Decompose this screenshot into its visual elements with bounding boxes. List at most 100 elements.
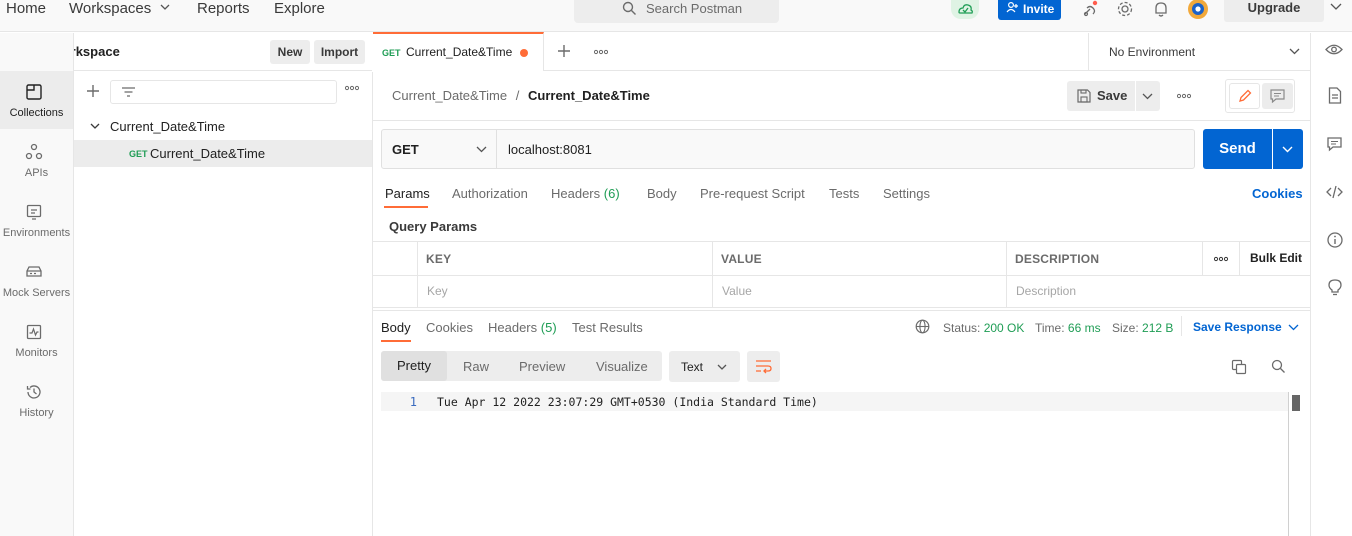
key-input[interactable]: Key [427, 284, 448, 298]
response-headers-count: (5) [540, 320, 557, 335]
rail-item-mock-servers[interactable]: Mock Servers [0, 251, 73, 309]
documentation-icon[interactable] [1328, 87, 1342, 104]
response-size: Size: 212 B [1112, 321, 1173, 335]
response-tab-cookies[interactable]: Cookies [426, 320, 473, 335]
chevron-down-icon[interactable] [1288, 324, 1299, 331]
size-value: 212 B [1142, 321, 1174, 335]
response-body-editor[interactable]: 1 Tue Apr 12 2022 23:07:29 GMT+0530 (Ind… [381, 392, 1301, 536]
edit-mode-button[interactable] [1229, 83, 1260, 109]
save-response-button[interactable]: Save Response [1193, 320, 1282, 334]
request-row[interactable]: GET Current_Date&Time [74, 140, 372, 167]
new-tab-plus-icon[interactable] [557, 44, 571, 58]
code-icon[interactable] [1326, 185, 1343, 199]
response-tab-test-results[interactable]: Test Results [572, 320, 643, 335]
copy-icon[interactable] [1231, 359, 1247, 375]
save-label: Save [1097, 88, 1128, 103]
environment-selector[interactable]: No Environment [1088, 33, 1310, 70]
tab-headers-count: (6) [603, 186, 620, 201]
table-more-icon[interactable] [1214, 256, 1228, 262]
scrollbar-thumb[interactable] [1292, 395, 1300, 411]
more-options-icon[interactable] [345, 85, 359, 91]
notifications-bell-icon[interactable] [1152, 0, 1170, 18]
url-bar: GET localhost:8081 [381, 129, 1195, 169]
view-mode-pretty[interactable]: Pretty [381, 351, 447, 381]
import-button[interactable]: Import [314, 40, 365, 64]
tab-params[interactable]: Params [385, 186, 430, 201]
invite-label: Invite [1023, 2, 1055, 16]
comment-mode-button[interactable] [1262, 83, 1293, 109]
save-options-button[interactable] [1136, 81, 1160, 111]
upgrade-chevron-down-icon[interactable] [1330, 3, 1342, 11]
view-mode-preview[interactable]: Preview [519, 359, 565, 374]
search-placeholder: Search Postman [646, 1, 743, 16]
rail-item-environments[interactable]: Environments [0, 191, 73, 249]
upgrade-button[interactable]: Upgrade [1224, 0, 1324, 22]
response-tab-body[interactable]: Body [381, 320, 411, 335]
method-select[interactable]: GET [382, 130, 497, 168]
tab-body[interactable]: Body [647, 186, 677, 201]
nav-workspaces[interactable]: Workspaces [69, 0, 151, 17]
collection-row[interactable]: Current_Date&Time [74, 114, 372, 140]
tab-settings[interactable]: Settings [883, 186, 930, 201]
rail-item-history[interactable]: History [0, 371, 73, 429]
collections-sidebar: Current_Date&Time GET Current_Date&Time [74, 72, 373, 536]
nav-reports[interactable]: Reports [197, 0, 250, 17]
tab-pre-request-script[interactable]: Pre-request Script [700, 186, 805, 201]
column-divider [1239, 242, 1240, 275]
search-input[interactable]: Search Postman [574, 0, 779, 23]
info-icon[interactable] [1327, 232, 1343, 248]
breadcrumb-request[interactable]: Current_Date&Time [528, 88, 650, 103]
rail-item-collections[interactable]: Collections [0, 71, 73, 129]
invite-button[interactable]: Invite [998, 0, 1061, 20]
value-input[interactable]: Value [722, 284, 752, 298]
size-label: Size: [1112, 321, 1139, 335]
globe-icon[interactable] [915, 319, 930, 334]
view-mode-raw[interactable]: Raw [463, 359, 489, 374]
right-context-rail [1310, 33, 1352, 536]
chevron-down-icon [476, 146, 487, 153]
nav-home[interactable]: Home [6, 0, 46, 17]
search-icon[interactable] [1271, 359, 1286, 374]
response-tab-headers[interactable]: Headers (5) [488, 320, 557, 335]
avatar[interactable] [1186, 0, 1210, 22]
url-input[interactable]: localhost:8081 [508, 142, 592, 157]
nav-explore[interactable]: Explore [274, 0, 325, 17]
comments-icon[interactable] [1327, 137, 1342, 152]
satellite-icon[interactable] [1081, 0, 1101, 18]
description-input[interactable]: Description [1016, 284, 1076, 298]
chevron-down-icon[interactable] [160, 3, 170, 11]
rail-item-monitors[interactable]: Monitors [0, 311, 73, 369]
bulk-edit-button[interactable]: Bulk Edit [1250, 251, 1302, 265]
column-divider [1006, 242, 1007, 308]
wrap-lines-button[interactable] [747, 351, 780, 382]
send-button[interactable]: Send [1203, 129, 1272, 169]
history-icon [25, 383, 43, 401]
filter-input[interactable] [110, 80, 337, 104]
chevron-down-icon[interactable] [90, 123, 100, 130]
tab-tests[interactable]: Tests [829, 186, 859, 201]
column-divider [712, 242, 713, 308]
response-time: Time: 66 ms [1035, 321, 1101, 335]
rail-item-apis[interactable]: APIs [0, 131, 73, 189]
rail-label: Environments [2, 227, 71, 239]
tab-headers[interactable]: Headers (6) [551, 186, 620, 201]
add-collection-icon[interactable] [86, 84, 100, 98]
tab-authorization[interactable]: Authorization [452, 186, 528, 201]
tab-current-date-time[interactable]: GET Current_Date&Time [373, 32, 544, 71]
settings-gear-icon[interactable] [1116, 0, 1134, 18]
lightbulb-icon[interactable] [1328, 279, 1342, 296]
new-button[interactable]: New [270, 40, 310, 64]
save-button[interactable]: Save [1067, 81, 1135, 111]
eye-icon[interactable] [1325, 43, 1343, 56]
send-options-button[interactable] [1273, 129, 1303, 169]
breadcrumb-collection[interactable]: Current_Date&Time [392, 88, 507, 103]
tab-label: Current_Date&Time [406, 45, 513, 59]
cookies-link[interactable]: Cookies [1252, 186, 1303, 201]
rail-label: APIs [24, 167, 49, 179]
view-mode-visualize[interactable]: Visualize [596, 359, 648, 374]
sync-status-icon[interactable] [951, 0, 979, 19]
chevron-down-icon [717, 364, 727, 371]
format-select[interactable]: Text [669, 351, 740, 382]
request-more-icon[interactable] [1177, 93, 1191, 99]
tab-more-icon[interactable] [594, 49, 608, 55]
